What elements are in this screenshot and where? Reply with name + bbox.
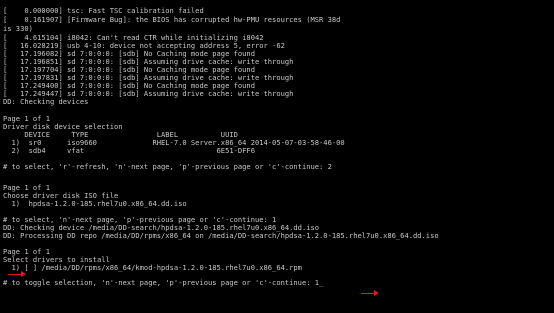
terminal-line: [ 0.161907] [Firmware Bug]: the BIOS has… (3, 15, 341, 24)
command-prompt-line[interactable]: # to toggle selection, 'n'-next page, 'p… (3, 278, 323, 287)
terminal-line: [ 0.000000] tsc: Fast TSC calibration fa… (3, 6, 204, 15)
terminal-line: is 330) (3, 24, 33, 33)
terminal-line: 1) hpdsa-1.2.0-185.rhel7u0.x86_64.dd.iso (3, 199, 187, 208)
annotation-arrow-icon (361, 290, 379, 296)
annotation-arrow-icon (8, 271, 26, 277)
console-terminal[interactable]: [ 0.000000] tsc: Fast TSC calibration fa… (0, 0, 554, 313)
terminal-line: DD: Processing DD repo /media/DD/rpms/x8… (3, 231, 439, 240)
terminal-line: DD: Checking devices (3, 97, 89, 106)
terminal-line: 2) sdb4 vfat 6E51-DFF6 (3, 146, 255, 155)
terminal-line: # to select, 'r'-refresh, 'n'-next page,… (3, 162, 332, 171)
terminal-line: 1) [ ] /media/DD/rpms/x86_64/kmod-hpdsa-… (3, 263, 302, 272)
